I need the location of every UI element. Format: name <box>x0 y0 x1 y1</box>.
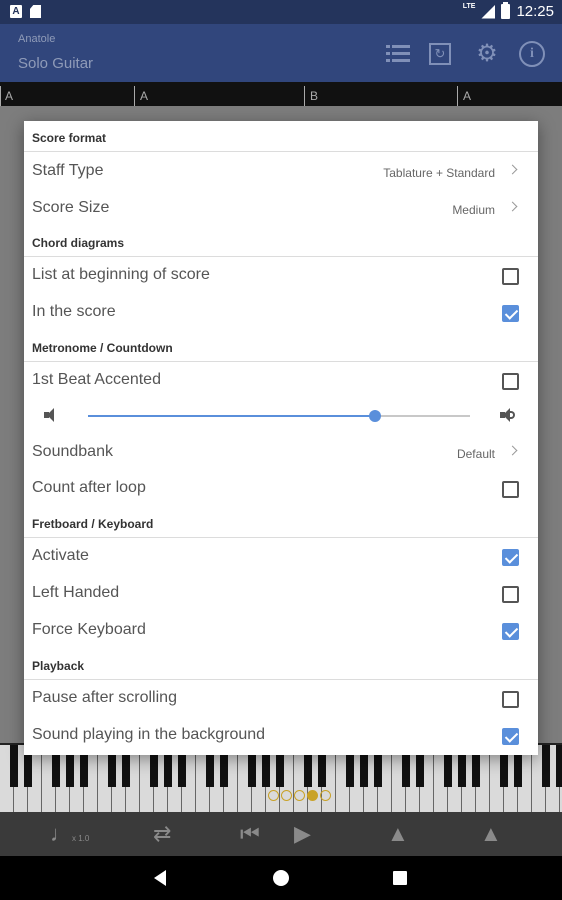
score-size-setting[interactable]: Score Size Medium <box>24 190 538 227</box>
soundbank-setting[interactable]: Soundbank Default <box>24 434 538 471</box>
section-title: Chord diagrams <box>32 236 125 250</box>
info-icon[interactable]: i <box>519 41 545 67</box>
section-header-playback: Playback <box>24 649 538 680</box>
setting-value: Medium <box>452 203 495 217</box>
left-handed-setting[interactable]: Left Handed <box>24 575 538 612</box>
status-bar: A LTE 12:25 <box>0 0 562 24</box>
sound-background-setting[interactable]: Sound playing in the background <box>24 717 538 754</box>
battery-icon <box>501 2 511 19</box>
in-score-checkbox[interactable] <box>502 305 519 322</box>
metronome-volume-row <box>24 399 538 434</box>
setting-label: List at beginning of score <box>32 266 210 283</box>
measure-label: A <box>140 89 149 103</box>
settings-gear-icon[interactable]: ⚙ <box>474 41 500 67</box>
chevron-right-icon <box>507 445 518 456</box>
countdown-metronome-icon[interactable]: ▲ <box>480 820 502 848</box>
speed-note-icon[interactable]: ♩x 1.0 <box>50 820 89 853</box>
first-beat-setting[interactable]: 1st Beat Accented <box>24 362 538 399</box>
measure-label: B <box>310 89 319 103</box>
count-after-loop-checkbox[interactable] <box>502 481 519 498</box>
volume-low-icon <box>44 408 58 422</box>
left-handed-checkbox[interactable] <box>502 586 519 603</box>
section-title: Metronome / Countdown <box>32 341 173 355</box>
navigation-bar <box>0 856 562 900</box>
back-icon[interactable] <box>154 870 166 886</box>
setting-label: In the score <box>32 303 116 320</box>
setting-label: Count after loop <box>32 479 146 496</box>
section-header-chord-diagrams: Chord diagrams <box>24 226 538 257</box>
recent-apps-icon[interactable] <box>393 871 407 885</box>
measure-ruler: A A B A <box>0 82 562 106</box>
setting-label: Activate <box>32 547 89 564</box>
network-type: LTE <box>462 3 476 10</box>
fret-position-indicator <box>268 790 331 801</box>
list-beginning-checkbox[interactable] <box>502 268 519 285</box>
rotate-screen-icon[interactable]: ↻ <box>429 43 451 65</box>
setting-label: Score Size <box>32 199 110 216</box>
list-beginning-setting[interactable]: List at beginning of score <box>24 257 538 294</box>
loop-icon[interactable]: ⇄ <box>153 820 171 848</box>
first-beat-checkbox[interactable] <box>502 373 519 390</box>
sd-card-icon <box>30 5 41 18</box>
setting-label: 1st Beat Accented <box>32 371 161 388</box>
speed-label: x 1.0 <box>72 834 90 843</box>
volume-slider-fill <box>88 415 375 417</box>
activate-checkbox[interactable] <box>502 549 519 566</box>
volume-high-icon <box>500 408 515 422</box>
section-header-score-format: Score format <box>24 121 538 152</box>
sound-background-checkbox[interactable] <box>502 728 519 745</box>
setting-label: Sound playing in the background <box>32 726 266 743</box>
settings-dialog: Score format Staff Type Tablature + Stan… <box>24 121 538 755</box>
chevron-right-icon <box>507 201 518 212</box>
rewind-icon[interactable]: ⏮ <box>240 820 260 848</box>
song-artist: Anatole <box>18 33 56 45</box>
section-header-metronome: Metronome / Countdown <box>24 331 538 362</box>
black-key[interactable] <box>542 745 550 787</box>
setting-label: Staff Type <box>32 162 104 179</box>
force-keyboard-setting[interactable]: Force Keyboard <box>24 612 538 649</box>
setting-value: Tablature + Standard <box>383 166 495 180</box>
volume-slider[interactable] <box>88 410 470 422</box>
section-header-fretboard: Fretboard / Keyboard <box>24 507 538 538</box>
clock: 12:25 <box>516 3 554 20</box>
measure-label: A <box>463 89 472 103</box>
setting-label: Force Keyboard <box>32 621 146 638</box>
song-title: Solo Guitar <box>18 55 94 72</box>
staff-type-setting[interactable]: Staff Type Tablature + Standard <box>24 153 538 190</box>
measure-label: A <box>5 89 14 103</box>
setting-label: Left Handed <box>32 584 120 601</box>
play-icon[interactable]: ▶ <box>294 820 311 848</box>
count-after-loop-setting[interactable]: Count after loop <box>24 470 538 507</box>
signal-icon <box>481 4 496 19</box>
black-key[interactable] <box>10 745 18 787</box>
app-bar: Anatole Solo Guitar ↻ ⚙ i <box>0 24 562 82</box>
in-score-setting[interactable]: In the score <box>24 294 538 331</box>
playback-toolbar: ♩x 1.0 ⇄ ⏮ ▶ ▲ ▲ <box>0 812 562 856</box>
volume-slider-thumb[interactable] <box>368 410 381 422</box>
section-title: Fretboard / Keyboard <box>32 517 154 531</box>
metronome-icon[interactable]: ▲ <box>387 820 409 848</box>
black-key[interactable] <box>556 745 562 787</box>
chevron-right-icon <box>507 164 518 175</box>
home-icon[interactable] <box>273 870 289 886</box>
force-keyboard-checkbox[interactable] <box>502 623 519 640</box>
setting-label: Soundbank <box>32 443 113 460</box>
pause-scrolling-setting[interactable]: Pause after scrolling <box>24 680 538 717</box>
section-title: Playback <box>32 659 85 673</box>
activate-setting[interactable]: Activate <box>24 538 538 575</box>
pause-scrolling-checkbox[interactable] <box>502 691 519 708</box>
setting-value: Default <box>456 447 495 461</box>
section-title: Score format <box>32 131 107 145</box>
app-notification-icon: A <box>10 5 22 18</box>
track-list-icon[interactable] <box>386 41 412 67</box>
setting-label: Pause after scrolling <box>32 689 177 706</box>
